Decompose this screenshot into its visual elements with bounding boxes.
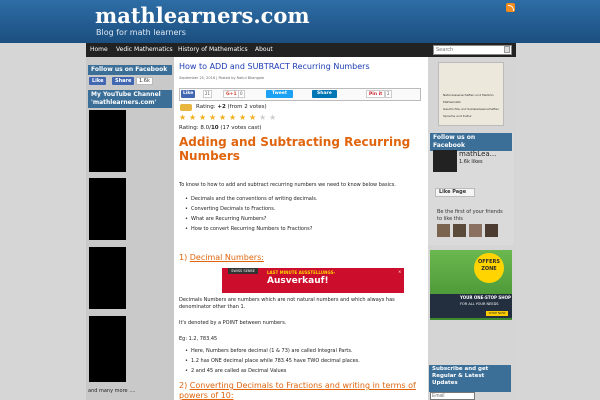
- ad-line: Naturwissenschaften und Medizin: [443, 93, 494, 97]
- star-rating-prefix: Rating: 8.0/: [179, 125, 211, 131]
- rating-value: +2: [217, 104, 226, 110]
- list-item: What are Recurring Numbers?: [185, 216, 266, 222]
- paragraph: Eg: 1.2, 783.45: [179, 336, 218, 342]
- star-filled-icon[interactable]: ★: [179, 114, 186, 122]
- friend-avatar[interactable]: [453, 224, 466, 237]
- section-heading-decimal-numbers: 1) Decimal Numbers:: [179, 253, 264, 262]
- follow-us-widget-title: Follow us on Facebook: [430, 133, 512, 151]
- facebook-like-button[interactable]: Like: [89, 77, 107, 85]
- follow-us-widget-title: Follow us on Facebook: [88, 65, 172, 75]
- youtube-video[interactable]: [89, 247, 126, 309]
- facebook-share-button[interactable]: Share: [112, 77, 135, 85]
- ad-subtagline: FOR ALL YOUR NEEDS: [460, 302, 499, 306]
- nav-item-history-of-mathematics[interactable]: History of Mathematics: [174, 43, 252, 57]
- star-filled-icon[interactable]: ★: [189, 114, 196, 122]
- offers-zone-badge[interactable]: OFFERS ZONE: [474, 253, 504, 283]
- rating-prefix: Rating:: [196, 104, 218, 110]
- shop-now-button[interactable]: SHOP NOW: [486, 311, 508, 316]
- facebook-like-count: 1.6k: [136, 77, 153, 85]
- post-intro: To know to how to add and subtract recur…: [179, 182, 396, 188]
- ad-main-text: Ausverkauf!: [267, 276, 329, 286]
- section-link[interactable]: Decimal Numbers:: [190, 253, 264, 262]
- star-filled-icon[interactable]: ★: [239, 114, 246, 122]
- ad-brand-label: SWISS SENSE: [228, 268, 258, 274]
- close-icon[interactable]: ×: [398, 270, 402, 274]
- friend-avatar[interactable]: [485, 224, 498, 237]
- email-field[interactable]: [430, 392, 475, 400]
- ad-line: Sprache und Kultur: [443, 114, 472, 118]
- list-item: Decimals and the conventions of writing …: [185, 196, 317, 202]
- youtube-video[interactable]: [89, 178, 126, 240]
- paragraph: Decimals Numbers are numbers which are n…: [179, 297, 395, 310]
- star-rating-max: 10: [210, 125, 219, 131]
- star-filled-icon[interactable]: ★: [219, 114, 226, 122]
- star-empty-icon[interactable]: ★: [259, 114, 266, 122]
- subscribe-widget-title: Subscribe and get Regular & Latest Updat…: [429, 365, 511, 392]
- section-number: 2): [179, 381, 188, 390]
- list-item: Here, Numbers before decimal (1 & 73) ar…: [185, 348, 353, 354]
- rss-icon[interactable]: [506, 3, 515, 12]
- site-tagline: Blog for math learners: [96, 28, 186, 37]
- list-item: Converting Decimals to Fractions.: [185, 206, 275, 212]
- facebook-page-likes: 1.6k likes: [459, 159, 483, 165]
- thumbs-rating-text: Rating: +2 (from 2 votes): [196, 104, 267, 110]
- thumbs-rating-icon[interactable]: [180, 104, 192, 111]
- star-filled-icon[interactable]: ★: [199, 114, 206, 122]
- facebook-page-name[interactable]: mathLea...: [459, 150, 496, 158]
- like-page-button[interactable]: Like Page: [435, 188, 475, 197]
- ad-headline: LAST MINUTE AUSSTELLUNGS-: [267, 270, 336, 275]
- paragraph: It's denoted by a POINT between numbers.: [179, 320, 287, 326]
- site-title[interactable]: mathlearners.com: [95, 3, 310, 28]
- google-plus-count: 0: [238, 90, 245, 98]
- nav-item-vedic-mathematics[interactable]: Vedic Mathematics: [112, 43, 177, 57]
- pinterest-pin-button[interactable]: Pin it: [366, 90, 386, 98]
- pinterest-pin-count: 2: [385, 90, 392, 98]
- star-rating-text: Rating: 8.0/10 (17 votes cast): [179, 125, 262, 131]
- section-link[interactable]: Converting Decimals to Fractions and wri…: [179, 381, 416, 400]
- nav-item-about[interactable]: About: [251, 43, 277, 57]
- star-filled-icon[interactable]: ★: [209, 114, 216, 122]
- tweet-button[interactable]: Tweet: [266, 90, 293, 98]
- star-filled-icon[interactable]: ★: [249, 114, 256, 122]
- ad-tagline: YOUR ONE-STOP SHOP: [460, 295, 511, 300]
- search-input[interactable]: [433, 45, 512, 55]
- youtube-widget-title: My YouTube Channel 'mathlearners.com': [88, 90, 172, 108]
- section-number: 1): [179, 253, 188, 262]
- list-item: 2 and 45 are called as Decimal Values: [185, 368, 286, 374]
- more-videos-link[interactable]: and many more ....: [88, 388, 136, 394]
- star-rating-suffix: (17 votes cast): [218, 125, 262, 131]
- post-heading: Adding and Subtracting Recurring Numbers: [179, 135, 411, 163]
- nav-item-home[interactable]: Home: [86, 43, 112, 57]
- search-button[interactable]: [504, 46, 510, 53]
- facebook-page-avatar[interactable]: [433, 150, 457, 172]
- list-item: 1.2 has ONE decimal place while 783.45 h…: [185, 358, 360, 364]
- post-meta: September 25, 2016 | Posted by Rahul Bha…: [179, 76, 265, 80]
- sidebar-advertisement[interactable]: Naturwissenschaften und Medizin Mathemat…: [438, 62, 504, 126]
- facebook-friends-text: Be the first of your friends to like thi…: [437, 209, 503, 222]
- star-filled-icon[interactable]: ★: [229, 114, 236, 122]
- section-heading-converting-decimals: 2) Converting Decimals to Fractions and …: [179, 381, 419, 400]
- friend-avatar[interactable]: [469, 224, 482, 237]
- fb-like-count: 21: [203, 90, 213, 98]
- post-title[interactable]: How to ADD and SUBTRACT Recurring Number…: [179, 62, 370, 71]
- youtube-video[interactable]: [89, 110, 126, 172]
- list-item: How to convert Recurring Numbers to Frac…: [185, 226, 312, 232]
- ad-line: Geschichte und Sozialwissenschaften: [443, 107, 500, 111]
- rating-votes: (from 2 votes): [225, 104, 267, 110]
- youtube-video[interactable]: [89, 316, 126, 382]
- friend-avatar[interactable]: [437, 224, 450, 237]
- linkedin-share-button[interactable]: Share: [312, 90, 337, 98]
- ad-line: Mathematik: [443, 100, 461, 104]
- fb-like-button[interactable]: Like: [181, 90, 196, 98]
- star-empty-icon[interactable]: ★: [269, 114, 276, 122]
- advertisement-banner[interactable]: SWISS SENSE LAST MINUTE AUSSTELLUNGS- Au…: [222, 268, 404, 293]
